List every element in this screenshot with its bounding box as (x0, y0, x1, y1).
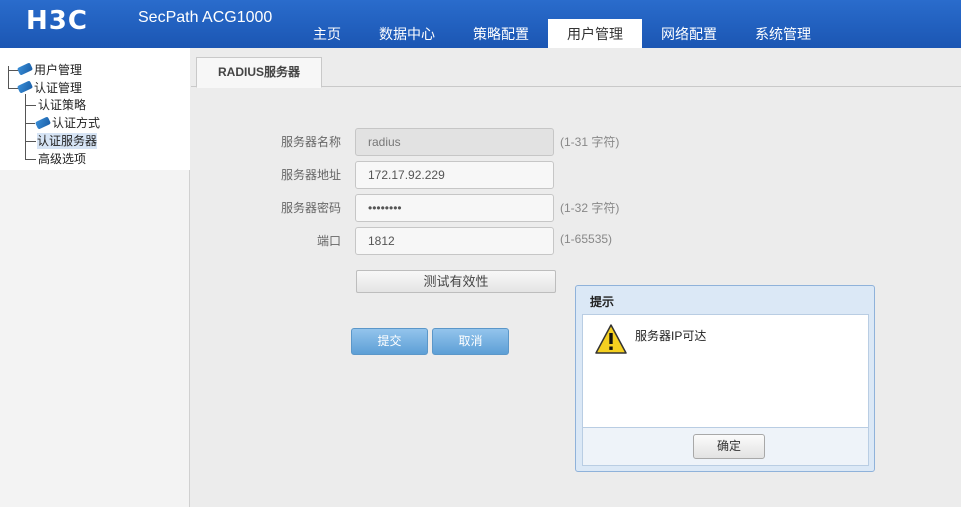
warning-icon (595, 324, 627, 354)
tree-line (25, 141, 36, 142)
tree-line (25, 159, 36, 160)
port-label: 端口 (316, 234, 341, 248)
sidebar: 用户管理 认证管理 认证策略 认证方式 认证服务器 高级选项 (0, 48, 190, 507)
tab-bar: RADIUS服务器 (191, 57, 961, 88)
tree-item-auth-management[interactable]: 认证管理 (34, 80, 82, 96)
tree-item-auth-method[interactable]: 认证方式 (52, 115, 100, 131)
server-address-label: 服务器地址 (280, 168, 341, 182)
server-password-field[interactable] (355, 194, 554, 222)
server-password-label: 服务器密码 (280, 201, 341, 215)
nav-policy-config[interactable]: 策略配置 (454, 19, 548, 48)
tree-line (25, 105, 36, 106)
tree-item-user-management[interactable]: 用户管理 (34, 62, 82, 78)
edit-icon (16, 62, 34, 76)
tree-item-auth-policy[interactable]: 认证策略 (38, 97, 86, 113)
server-address-field[interactable] (355, 161, 554, 189)
alert-dialog: 提示 服务器IP可达 确定 (575, 285, 875, 472)
tree-item-auth-server[interactable]: 认证服务器 (37, 133, 98, 149)
dialog-message: 服务器IP可达 (635, 329, 707, 343)
tab-radius-server[interactable]: RADIUS服务器 (196, 57, 322, 88)
server-password-hint: (1-32 字符) (560, 201, 620, 215)
nav-system-management[interactable]: 系统管理 (736, 19, 830, 48)
test-validity-button[interactable]: 测试有效性 (356, 270, 556, 293)
server-name-field[interactable] (355, 128, 554, 156)
nav-home[interactable]: 主页 (294, 19, 360, 48)
port-hint: (1-65535) (560, 232, 613, 246)
main-nav: 主页 数据中心 策略配置 用户管理 网络配置 系统管理 (294, 19, 830, 48)
tree-line (25, 123, 35, 124)
edit-icon (16, 80, 34, 94)
tree-item-advanced-options[interactable]: 高级选项 (38, 151, 86, 167)
top-header: H3C SecPath ACG1000 主页 数据中心 策略配置 用户管理 网络… (0, 0, 961, 48)
server-name-label: 服务器名称 (280, 135, 341, 149)
server-name-hint: (1-31 字符) (560, 135, 620, 149)
nav-tree: 用户管理 认证管理 认证策略 认证方式 认证服务器 高级选项 (0, 48, 190, 170)
edit-icon (34, 116, 52, 130)
dialog-body: 服务器IP可达 (582, 314, 869, 428)
ok-button[interactable]: 确定 (693, 434, 765, 459)
brand-logo: H3C (26, 6, 88, 36)
dialog-title: 提示 (590, 295, 615, 309)
nav-network-config[interactable]: 网络配置 (642, 19, 736, 48)
port-field[interactable] (355, 227, 554, 255)
dialog-footer: 确定 (582, 428, 869, 466)
cancel-button[interactable]: 取消 (432, 328, 509, 355)
tree-line (25, 94, 26, 160)
product-name: SecPath ACG1000 (138, 9, 273, 26)
nav-data-center[interactable]: 数据中心 (360, 19, 454, 48)
submit-button[interactable]: 提交 (351, 328, 428, 355)
nav-user-management[interactable]: 用户管理 (548, 19, 642, 48)
